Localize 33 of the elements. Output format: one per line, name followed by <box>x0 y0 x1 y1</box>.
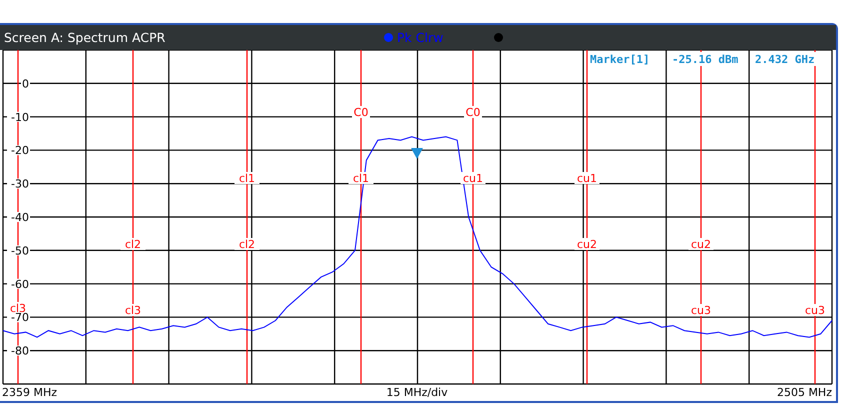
y-tick-label: -60 <box>11 278 29 291</box>
channel-label: cu1 <box>462 172 484 185</box>
channel-label: C0 <box>354 106 368 119</box>
y-tick-label: -20 <box>11 144 29 158</box>
y-tick-label: -70 <box>11 311 29 324</box>
trace-dot-icon <box>384 33 393 42</box>
y-tick-label: -80 <box>11 344 29 358</box>
y-tick-label: -10 <box>11 110 29 124</box>
channel-label: cl3 <box>124 304 142 317</box>
y-tick-label: 0 <box>22 77 29 90</box>
channel-label: cu2 <box>576 238 598 251</box>
channel-label: cl2 <box>124 238 142 251</box>
marker-frequency: 2.432 GHz <box>755 53 815 66</box>
channel-label: cu3 <box>804 304 826 317</box>
y-tick-label: -40 <box>11 211 29 224</box>
channel-label: C0 <box>466 106 480 119</box>
channel-label: cl1 <box>352 172 370 185</box>
channel-label: cl2 <box>238 238 256 251</box>
marker-icon <box>411 148 423 159</box>
start-frequency: 2359 MHz <box>2 386 58 399</box>
trace-label: Pk Clrw <box>397 30 444 45</box>
channel-label: cu2 <box>690 238 712 251</box>
marker-name: Marker[1] <box>590 53 650 66</box>
window-title: Screen A: Spectrum ACPR <box>4 30 166 45</box>
y-tick-label: -30 <box>11 178 29 191</box>
marker-level: -25.16 dBm <box>672 53 738 66</box>
stop-frequency: 2505 MHz <box>776 386 832 399</box>
dot-icon <box>494 33 503 42</box>
channel-label: cu3 <box>690 304 712 317</box>
channel-label: cu1 <box>576 172 598 185</box>
scale-label: 15 MHz/div <box>386 386 448 399</box>
y-tick-label: -50 <box>11 244 29 258</box>
channel-label: cl1 <box>238 172 256 185</box>
